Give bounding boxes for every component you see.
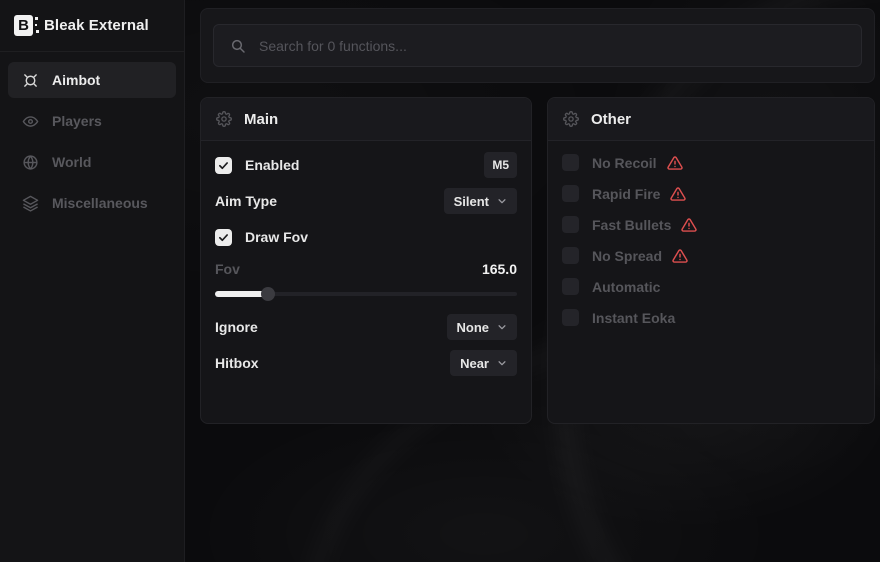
search-input[interactable]: Search for 0 functions... [213,24,862,67]
enabled-checkbox[interactable] [215,157,232,174]
no-recoil-checkbox[interactable] [562,154,579,171]
main-panel: Main Enabled M5 Aim Type Silent [200,97,532,424]
sidebar-nav: Aimbot Players World [0,52,184,236]
gear-icon [563,111,579,127]
eye-icon [22,113,39,130]
warning-icon [670,186,686,202]
sidebar-item-players[interactable]: Players [8,103,176,139]
no-spread-row: No Spread [562,245,860,266]
app-title: Bleak External [44,17,149,34]
fov-row: Fov 165.0 [215,260,517,278]
logo-pixel [35,24,37,26]
aim-type-value: Silent [454,194,489,209]
check-icon [218,160,229,171]
sidebar-item-label: Players [52,113,102,129]
sidebar: B Bleak External Aimbot Playe [0,0,185,562]
no-recoil-row: No Recoil [562,152,860,173]
hitbox-dropdown[interactable]: Near [450,350,517,376]
ignore-dropdown[interactable]: None [447,314,518,340]
fov-value: 165.0 [482,261,517,277]
rapid-fire-row: Rapid Fire [562,183,860,204]
automatic-label: Automatic [592,279,660,295]
sidebar-item-label: Miscellaneous [52,195,148,211]
enabled-row: Enabled M5 [215,152,517,178]
logo-pixel [36,30,39,33]
search-panel: Search for 0 functions... [200,8,875,83]
ignore-value: None [457,320,490,335]
gear-icon [216,111,232,127]
main-panel-header: Main [201,98,531,141]
automatic-checkbox[interactable] [562,278,579,295]
fast-bullets-checkbox[interactable] [562,216,579,233]
chevron-down-icon [497,358,507,368]
layers-icon [22,195,39,212]
hitbox-label: Hitbox [215,355,259,371]
chevron-down-icon [497,196,507,206]
hitbox-row: Hitbox Near [215,350,517,376]
sidebar-item-world[interactable]: World [8,144,176,180]
draw-fov-checkbox[interactable] [215,229,232,246]
fov-slider[interactable] [215,287,517,301]
draw-fov-row: Draw Fov [215,224,517,250]
sidebar-item-miscellaneous[interactable]: Miscellaneous [8,185,176,221]
instant-eoka-label: Instant Eoka [592,310,675,326]
check-icon [218,232,229,243]
other-panel-body: No Recoil Rapid Fire Fast Bullets [548,141,874,349]
main-panel-title: Main [244,111,278,128]
aim-type-label: Aim Type [215,193,277,209]
main-panel-body: Enabled M5 Aim Type Silent D [201,141,531,397]
globe-icon [22,154,39,171]
warning-icon [681,217,697,233]
logo-pixel [35,17,38,20]
warning-icon [672,248,688,264]
rapid-fire-label: Rapid Fire [592,186,660,202]
sidebar-header: B Bleak External [0,0,184,52]
aim-type-dropdown[interactable]: Silent [444,188,517,214]
logo-letter: B [18,17,29,34]
keybind-button[interactable]: M5 [484,152,517,178]
no-recoil-label: No Recoil [592,155,657,171]
main-content: Search for 0 functions... Main [186,0,880,562]
sidebar-item-aimbot[interactable]: Aimbot [8,62,176,98]
ignore-label: Ignore [215,319,258,335]
sidebar-item-label: Aimbot [52,72,100,88]
other-panel-header: Other [548,98,874,141]
warning-icon [667,155,683,171]
search-placeholder: Search for 0 functions... [259,38,407,54]
no-spread-label: No Spread [592,248,662,264]
chevron-down-icon [497,322,507,332]
fov-slider-thumb[interactable] [261,287,275,301]
other-panel-title: Other [591,111,631,128]
app-logo: B [14,15,33,36]
search-icon [230,38,246,54]
panels-row: Main Enabled M5 Aim Type Silent [200,97,875,424]
crosshair-icon [22,72,39,89]
hitbox-value: Near [460,356,489,371]
fov-label: Fov [215,261,240,277]
rapid-fire-checkbox[interactable] [562,185,579,202]
draw-fov-label: Draw Fov [245,229,308,245]
fast-bullets-label: Fast Bullets [592,217,671,233]
other-panel: Other No Recoil Rapid Fire [547,97,875,424]
instant-eoka-row: Instant Eoka [562,307,860,328]
instant-eoka-checkbox[interactable] [562,309,579,326]
ignore-row: Ignore None [215,314,517,340]
fast-bullets-row: Fast Bullets [562,214,860,235]
automatic-row: Automatic [562,276,860,297]
aim-type-row: Aim Type Silent [215,188,517,214]
no-spread-checkbox[interactable] [562,247,579,264]
sidebar-item-label: World [52,154,91,170]
enabled-label: Enabled [245,157,299,173]
